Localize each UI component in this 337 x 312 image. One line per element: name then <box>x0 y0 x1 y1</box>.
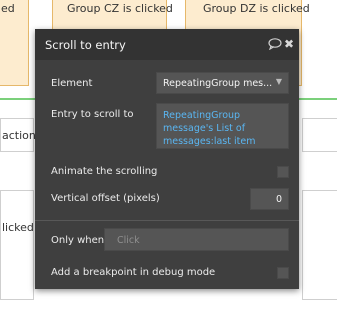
dialog-header[interactable]: Scroll to entry ✖ <box>35 29 299 60</box>
background-row-text: action. <box>2 129 40 142</box>
vertical-offset-label: Vertical offset (pixels) <box>51 193 160 204</box>
animate-scrolling-checkbox[interactable] <box>277 166 289 178</box>
entry-expression-field[interactable]: RepeatingGroup message's List of message… <box>156 103 289 149</box>
entry-to-scroll-label: Entry to scroll to <box>51 109 134 120</box>
entry-expression-line: message's List of <box>163 123 246 134</box>
entry-expression-line: RepeatingGroup <box>163 110 241 121</box>
dialog-divider <box>35 220 299 221</box>
breakpoint-checkbox[interactable] <box>277 267 289 279</box>
background-row-action: action. <box>0 118 39 152</box>
background-row-text: licked <box>2 221 34 234</box>
background-card-bottom-right <box>302 190 337 300</box>
comment-icon[interactable] <box>268 38 282 53</box>
chevron-down-icon: ▼ <box>275 77 282 86</box>
element-dropdown[interactable]: RepeatingGroup mes... ▼ <box>156 72 289 94</box>
background-card-left: ed <box>0 0 29 86</box>
scroll-to-entry-dialog: Scroll to entry ✖ Element RepeatingGroup… <box>35 29 299 289</box>
background-card-bottom-left: licked <box>0 190 34 300</box>
element-value: RepeatingGroup mes... <box>163 78 273 89</box>
element-label: Element <box>51 78 93 89</box>
breakpoint-label: Add a breakpoint in debug mode <box>51 267 216 278</box>
dialog-title: Scroll to entry <box>45 38 126 52</box>
vertical-offset-input[interactable]: 0 <box>250 188 289 210</box>
entry-expression-line: messages:last item <box>163 136 256 147</box>
background-row-right <box>302 118 337 152</box>
close-icon[interactable]: ✖ <box>284 37 294 51</box>
background-card-label: Group DZ is clicked <box>203 2 310 15</box>
animate-scrolling-label: Animate the scrolling <box>51 166 158 177</box>
only-when-condition-field[interactable]: Click <box>104 228 289 251</box>
only-when-label: Only when <box>51 235 105 246</box>
background-card-label: Group CZ is clicked <box>67 2 173 15</box>
background-card-label: ed <box>1 2 15 15</box>
